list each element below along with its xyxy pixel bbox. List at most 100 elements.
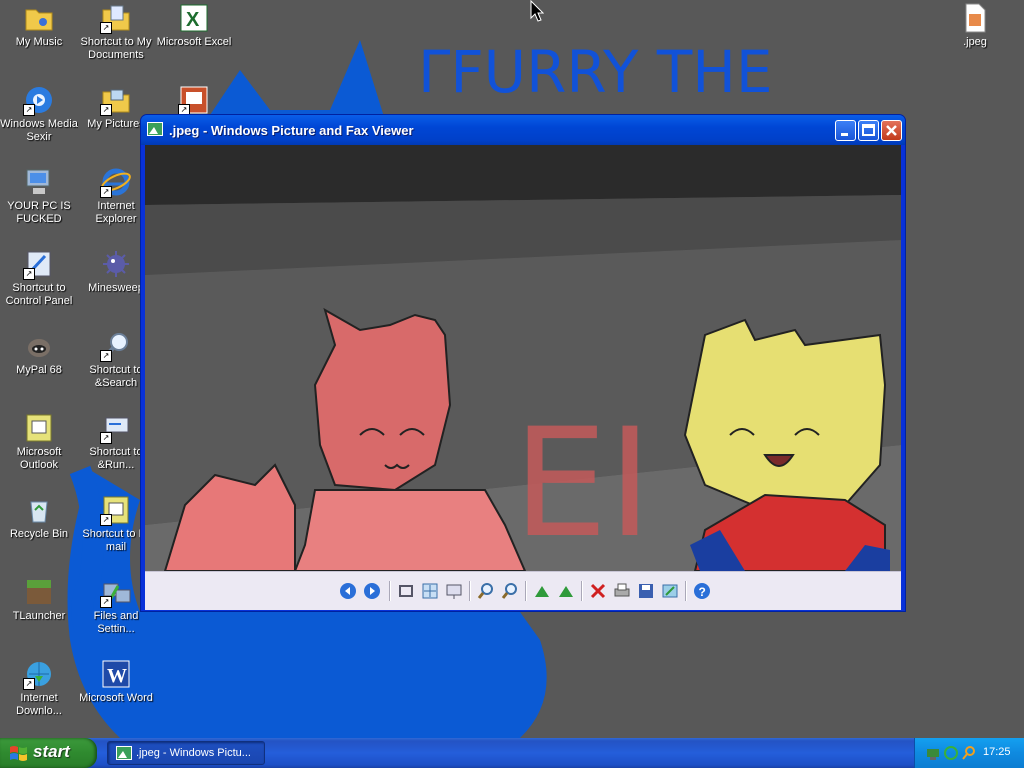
slideshow-icon[interactable]	[445, 582, 463, 600]
maximize-button[interactable]	[858, 120, 879, 141]
minimize-icon	[841, 133, 848, 136]
internet-explorer-icon: ↗	[100, 166, 132, 198]
transfer-wizard-icon: ↗	[100, 576, 132, 608]
print-icon[interactable]	[613, 582, 631, 600]
network-icon[interactable]	[925, 745, 941, 761]
help-icon[interactable]: ?	[693, 582, 711, 600]
picture-viewer-app-icon	[147, 122, 163, 136]
folder-music-icon	[23, 2, 55, 34]
globe-download-icon: ↗	[23, 658, 55, 690]
computer-icon	[23, 166, 55, 198]
powerpoint-icon: ↗	[178, 84, 210, 116]
icon-label: Microsoft Outlook	[16, 446, 62, 471]
icon-label: Internet Downlo...	[16, 692, 62, 717]
svg-text:X: X	[186, 9, 200, 31]
toolbar-separator	[525, 581, 527, 601]
email-icon: ↗	[100, 494, 132, 526]
search-icon: ↗	[100, 330, 132, 362]
rotate-counterclockwise-icon[interactable]	[557, 582, 575, 600]
shortcut-arrow-icon: ↗	[100, 432, 112, 444]
run-icon: ↗	[100, 412, 132, 444]
taskbar: start .jpeg - Windows Pictu... 17:25	[0, 738, 1024, 768]
icon-label: Shortcut to My Documents	[80, 36, 152, 61]
search-tray-icon[interactable]	[961, 745, 977, 761]
windows-logo-icon	[10, 746, 27, 761]
your-pc-icon-item[interactable]: YOUR PC IS FUCKED	[0, 166, 78, 226]
system-tray: 17:25	[914, 738, 1024, 768]
icon-label: Microsoft Excel	[156, 36, 232, 48]
media-player-icon: ↗	[23, 84, 55, 116]
displayed-image: EI	[145, 145, 901, 571]
toolbar-separator	[685, 581, 687, 601]
icon-label: Microsoft Word	[79, 692, 153, 704]
outlook-icon-item[interactable]: Microsoft Outlook	[0, 412, 78, 472]
jpeg-file-icon-item[interactable]: .jpeg	[936, 2, 1014, 49]
shortcut-arrow-icon: ↗	[100, 104, 112, 116]
mypal-icon-item[interactable]: MyPal 68	[0, 330, 78, 377]
icon-label: Shortcut to Control Panel	[5, 282, 73, 307]
icon-label: YOUR PC IS FUCKED	[7, 200, 71, 225]
picture-viewer-app-icon	[116, 746, 132, 760]
control-panel-icon: ↗	[23, 248, 55, 280]
pictures-folder-icon: ↗	[100, 84, 132, 116]
taskbar-item-picture-viewer[interactable]: .jpeg - Windows Pictu...	[107, 741, 265, 765]
shortcut-arrow-icon: ↗	[23, 104, 35, 116]
toolbar-separator	[389, 581, 391, 601]
recycle-bin-icon	[23, 494, 55, 526]
delete-icon[interactable]	[589, 582, 607, 600]
title-bar[interactable]: .jpeg - Windows Picture and Fax Viewer	[141, 115, 905, 145]
maximize-icon	[862, 124, 875, 136]
zoom-out-icon[interactable]	[501, 582, 519, 600]
next-image-icon[interactable]	[363, 582, 381, 600]
desktop[interactable]: ΓFURRY THE My Music ↗ Windows Media Sexi…	[0, 0, 1024, 738]
icon-label: Files and Settin...	[93, 610, 139, 635]
rotate-clockwise-icon[interactable]	[533, 582, 551, 600]
mine-icon	[100, 248, 132, 280]
microsoft-excel-icon-item[interactable]: X Microsoft Excel	[155, 2, 233, 49]
microsoft-word-icon-item[interactable]: W Microsoft Word	[77, 658, 155, 705]
my-documents-shortcut-item[interactable]: ↗ Shortcut to My Documents	[77, 2, 155, 62]
actual-size-icon[interactable]	[421, 582, 439, 600]
viewer-toolbar: ?	[145, 571, 901, 610]
raccoon-icon	[23, 330, 55, 362]
icon-label: My Music	[15, 36, 63, 48]
edit-icon[interactable]	[661, 582, 679, 600]
picture-viewer-window[interactable]: .jpeg - Windows Picture and Fax Viewer E…	[140, 114, 906, 612]
close-icon	[886, 125, 897, 136]
recycle-bin-icon-item[interactable]: Recycle Bin	[0, 494, 78, 541]
grass-block-icon	[23, 576, 55, 608]
best-fit-icon[interactable]	[397, 582, 415, 600]
clock[interactable]: 17:25	[983, 746, 1011, 758]
outlook-icon	[23, 412, 55, 444]
image-display-area[interactable]: EI	[145, 145, 901, 571]
close-button[interactable]	[881, 120, 902, 141]
shortcut-arrow-icon: ↗	[23, 268, 35, 280]
sync-icon[interactable]	[943, 745, 959, 761]
toolbar-separator	[581, 581, 583, 601]
windows-media-icon-item[interactable]: ↗ Windows Media Sexir	[0, 84, 78, 144]
my-music-icon-item[interactable]: My Music	[0, 2, 78, 49]
icon-label: Windows Media Sexir	[0, 118, 78, 143]
image-text: EI	[513, 397, 652, 571]
icon-label: TLauncher	[12, 610, 66, 622]
previous-image-icon[interactable]	[339, 582, 357, 600]
powerpoint-icon-item[interactable]: ↗	[155, 84, 233, 118]
icon-label: Recycle Bin	[9, 528, 69, 540]
save-icon[interactable]	[637, 582, 655, 600]
svg-text:W: W	[107, 665, 127, 687]
start-label: start	[33, 742, 70, 761]
minimize-button[interactable]	[835, 120, 856, 141]
internet-download-icon-item[interactable]: ↗ Internet Downlo...	[0, 658, 78, 718]
zoom-in-icon[interactable]	[477, 582, 495, 600]
taskbar-item-label: .jpeg - Windows Pictu...	[136, 747, 251, 759]
shortcut-arrow-icon: ↗	[100, 350, 112, 362]
shortcut-arrow-icon: ↗	[100, 186, 112, 198]
word-icon: W	[100, 658, 132, 690]
svg-text:?: ?	[699, 585, 706, 599]
start-button[interactable]: start	[0, 738, 97, 768]
shortcut-arrow-icon: ↗	[100, 514, 112, 526]
tlauncher-icon-item[interactable]: TLauncher	[0, 576, 78, 623]
icon-label: .jpeg	[963, 36, 987, 48]
control-panel-icon-item[interactable]: ↗ Shortcut to Control Panel	[0, 248, 78, 308]
wallpaper-text: ΓFURRY THE	[418, 38, 773, 106]
